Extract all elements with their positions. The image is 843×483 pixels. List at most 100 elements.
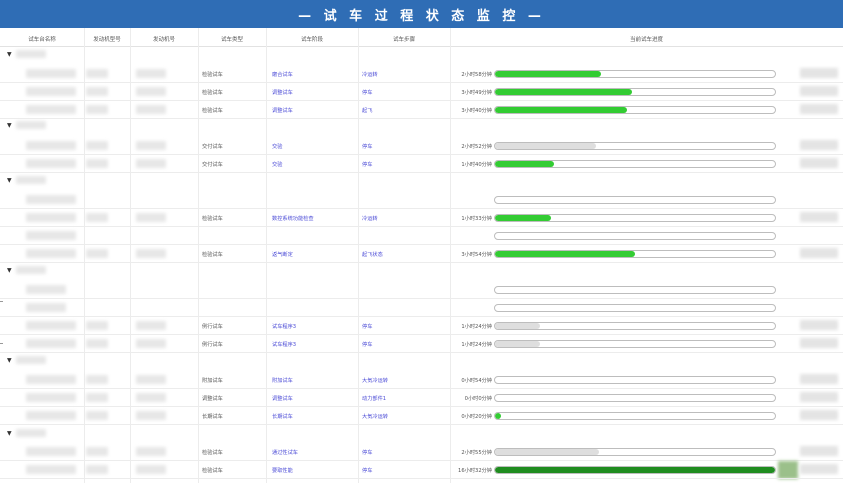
test-step-link[interactable]: 停车 <box>362 467 372 474</box>
test-step-link[interactable]: 停车 <box>362 323 372 330</box>
bench-name-redacted <box>26 159 76 168</box>
test-step-link[interactable]: 停车 <box>362 89 372 96</box>
group-toggle-icon[interactable]: ▼ <box>7 430 12 437</box>
test-type-cell: 检验试车 <box>202 468 223 474</box>
row-extra-redacted <box>800 320 838 330</box>
group-toggle-icon[interactable]: ▼ <box>7 357 12 364</box>
test-stage-link[interactable]: 调整试车 <box>272 107 293 114</box>
row-extra-redacted <box>800 338 838 348</box>
table-row[interactable] <box>0 281 843 299</box>
header-progress: 当前试车进度 <box>629 37 663 43</box>
table-row[interactable]: 检验试车 通过性试车 停车 2小时55分钟 <box>0 443 843 461</box>
table-row[interactable]: 调整试车 调整试车 动力部件1 0小时0分钟 <box>0 389 843 407</box>
table-row[interactable] <box>0 227 843 245</box>
engine-number-redacted <box>136 339 166 348</box>
test-stage-link[interactable]: 返气断定 <box>272 251 293 258</box>
test-step-link[interactable]: 起飞 <box>362 107 372 114</box>
elapsed-time: 3小时40分钟 <box>461 108 492 114</box>
table-row[interactable]: 交付试车 交验 停车 2小时52分钟 <box>0 137 843 155</box>
table-row[interactable] <box>0 299 843 317</box>
progress-bar <box>494 376 776 384</box>
test-step-link[interactable]: 停车 <box>362 341 372 348</box>
row-extra-redacted <box>800 104 838 114</box>
row-extra-redacted <box>800 446 838 456</box>
progress-fill <box>495 449 599 455</box>
table-row[interactable]: 附加试车 附加试车 大気冷运转 0小时54分钟 <box>0 371 843 389</box>
test-step-link[interactable]: 停车 <box>362 143 372 150</box>
engine-model-redacted <box>86 321 108 330</box>
bench-name-redacted <box>26 411 76 420</box>
table-row[interactable]: 检验试车 调整试车 停车 3小时49分钟 <box>0 83 843 101</box>
row-extra-redacted <box>800 392 838 402</box>
group-toggle-icon[interactable]: ▼ <box>7 177 12 184</box>
engine-number-redacted <box>136 465 166 474</box>
test-step-link[interactable]: 停车 <box>362 449 372 456</box>
engine-model-redacted <box>86 393 108 402</box>
table-row[interactable]: 检验试车 磨合试车 冷运转 2小时58分钟 <box>0 65 843 83</box>
table-row[interactable]: 检验试车 调整试车 起飞 3小时40分钟 <box>0 101 843 119</box>
group-toggle-icon[interactable]: ▼ <box>7 267 12 274</box>
table-row[interactable]: 例行试车 试车程序3 停车 1小时24分钟 <box>0 317 843 335</box>
elapsed-time: 2小时55分钟 <box>461 450 492 456</box>
test-type-cell: 附加试车 <box>202 378 223 384</box>
test-step-link[interactable]: 大気冷运转 <box>362 377 388 384</box>
group-toggle-icon[interactable]: ▼ <box>7 122 12 129</box>
progress-bar <box>494 448 776 456</box>
test-stage-link[interactable]: 通过性试车 <box>272 449 298 456</box>
test-stage-link[interactable]: 长期试车 <box>272 413 293 420</box>
header-engine-model: 发动机型号 <box>93 37 121 43</box>
test-stage-link[interactable]: 调整试车 <box>272 395 293 402</box>
test-stage-link[interactable]: 附加试车 <box>272 377 293 384</box>
engine-number-redacted <box>136 141 166 150</box>
progress-fill <box>495 251 635 257</box>
bench-name-redacted <box>26 69 76 78</box>
group-toggle-icon[interactable]: ▼ <box>7 51 12 58</box>
elapsed-time: 2小时52分钟 <box>461 144 492 150</box>
row-extra-redacted <box>800 158 838 168</box>
test-stage-link[interactable]: 要取性能 <box>272 467 293 474</box>
row-marker <box>0 343 3 344</box>
test-stage-link[interactable]: 磨合试车 <box>272 71 293 78</box>
progress-bar <box>494 466 776 474</box>
engine-model-redacted <box>86 69 108 78</box>
engine-model-redacted <box>86 213 108 222</box>
test-step-link[interactable]: 动力部件1 <box>362 395 386 402</box>
test-stage-link[interactable]: 调整试车 <box>272 89 293 96</box>
test-stage-link[interactable]: 交验 <box>272 143 282 150</box>
bench-name-redacted <box>26 321 76 330</box>
test-step-link[interactable]: 大気冷运转 <box>362 413 388 420</box>
engine-model-redacted <box>86 447 108 456</box>
elapsed-time: 3小时49分钟 <box>461 90 492 96</box>
test-stage-link[interactable]: 交验 <box>272 161 282 168</box>
elapsed-time: 0小时0分钟 <box>464 396 492 402</box>
elapsed-time: 1小时40分钟 <box>461 162 492 168</box>
test-step-link[interactable]: 冷运转 <box>362 215 378 222</box>
progress-bar <box>494 142 776 150</box>
table-row[interactable]: 检验试车 要取性能 停车 16小时32分钟 <box>0 461 843 479</box>
table-row[interactable] <box>0 191 843 209</box>
table-row[interactable]: 检验试车 返气断定 起飞状态 3小时54分钟 <box>0 245 843 263</box>
test-step-link[interactable]: 冷运转 <box>362 71 378 78</box>
elapsed-time: 1小时33分钟 <box>461 216 492 222</box>
progress-bar <box>494 196 776 204</box>
row-extra-redacted <box>800 248 838 258</box>
progress-bar <box>494 322 776 330</box>
table-row[interactable]: 长期试车 长期试车 大気冷运转 0小时20分钟 <box>0 407 843 425</box>
test-step-link[interactable]: 起飞状态 <box>362 251 383 258</box>
progress-fill <box>495 89 633 95</box>
progress-bar <box>494 160 776 168</box>
header-test-step: 试车步骤 <box>392 37 415 43</box>
test-stage-link[interactable]: 试车程序3 <box>272 341 296 348</box>
engine-model-redacted <box>86 249 108 258</box>
table-row[interactable]: 例行试车 试车程序3 停车 1小时24分钟 <box>0 335 843 353</box>
header-test-type: 试车类型 <box>220 37 243 43</box>
bench-name-redacted <box>26 339 76 348</box>
table-row[interactable]: 交付试车 交验 停车 1小时40分钟 <box>0 155 843 173</box>
table-row[interactable]: 检验试车 数控系统功能检查 冷运转 1小时33分钟 <box>0 209 843 227</box>
engine-number-redacted <box>136 213 166 222</box>
test-stage-link[interactable]: 试车程序3 <box>272 323 296 330</box>
test-stage-link[interactable]: 数控系统功能检查 <box>272 215 314 222</box>
row-extra-redacted <box>800 212 838 222</box>
engine-number-redacted <box>136 393 166 402</box>
test-step-link[interactable]: 停车 <box>362 161 372 168</box>
